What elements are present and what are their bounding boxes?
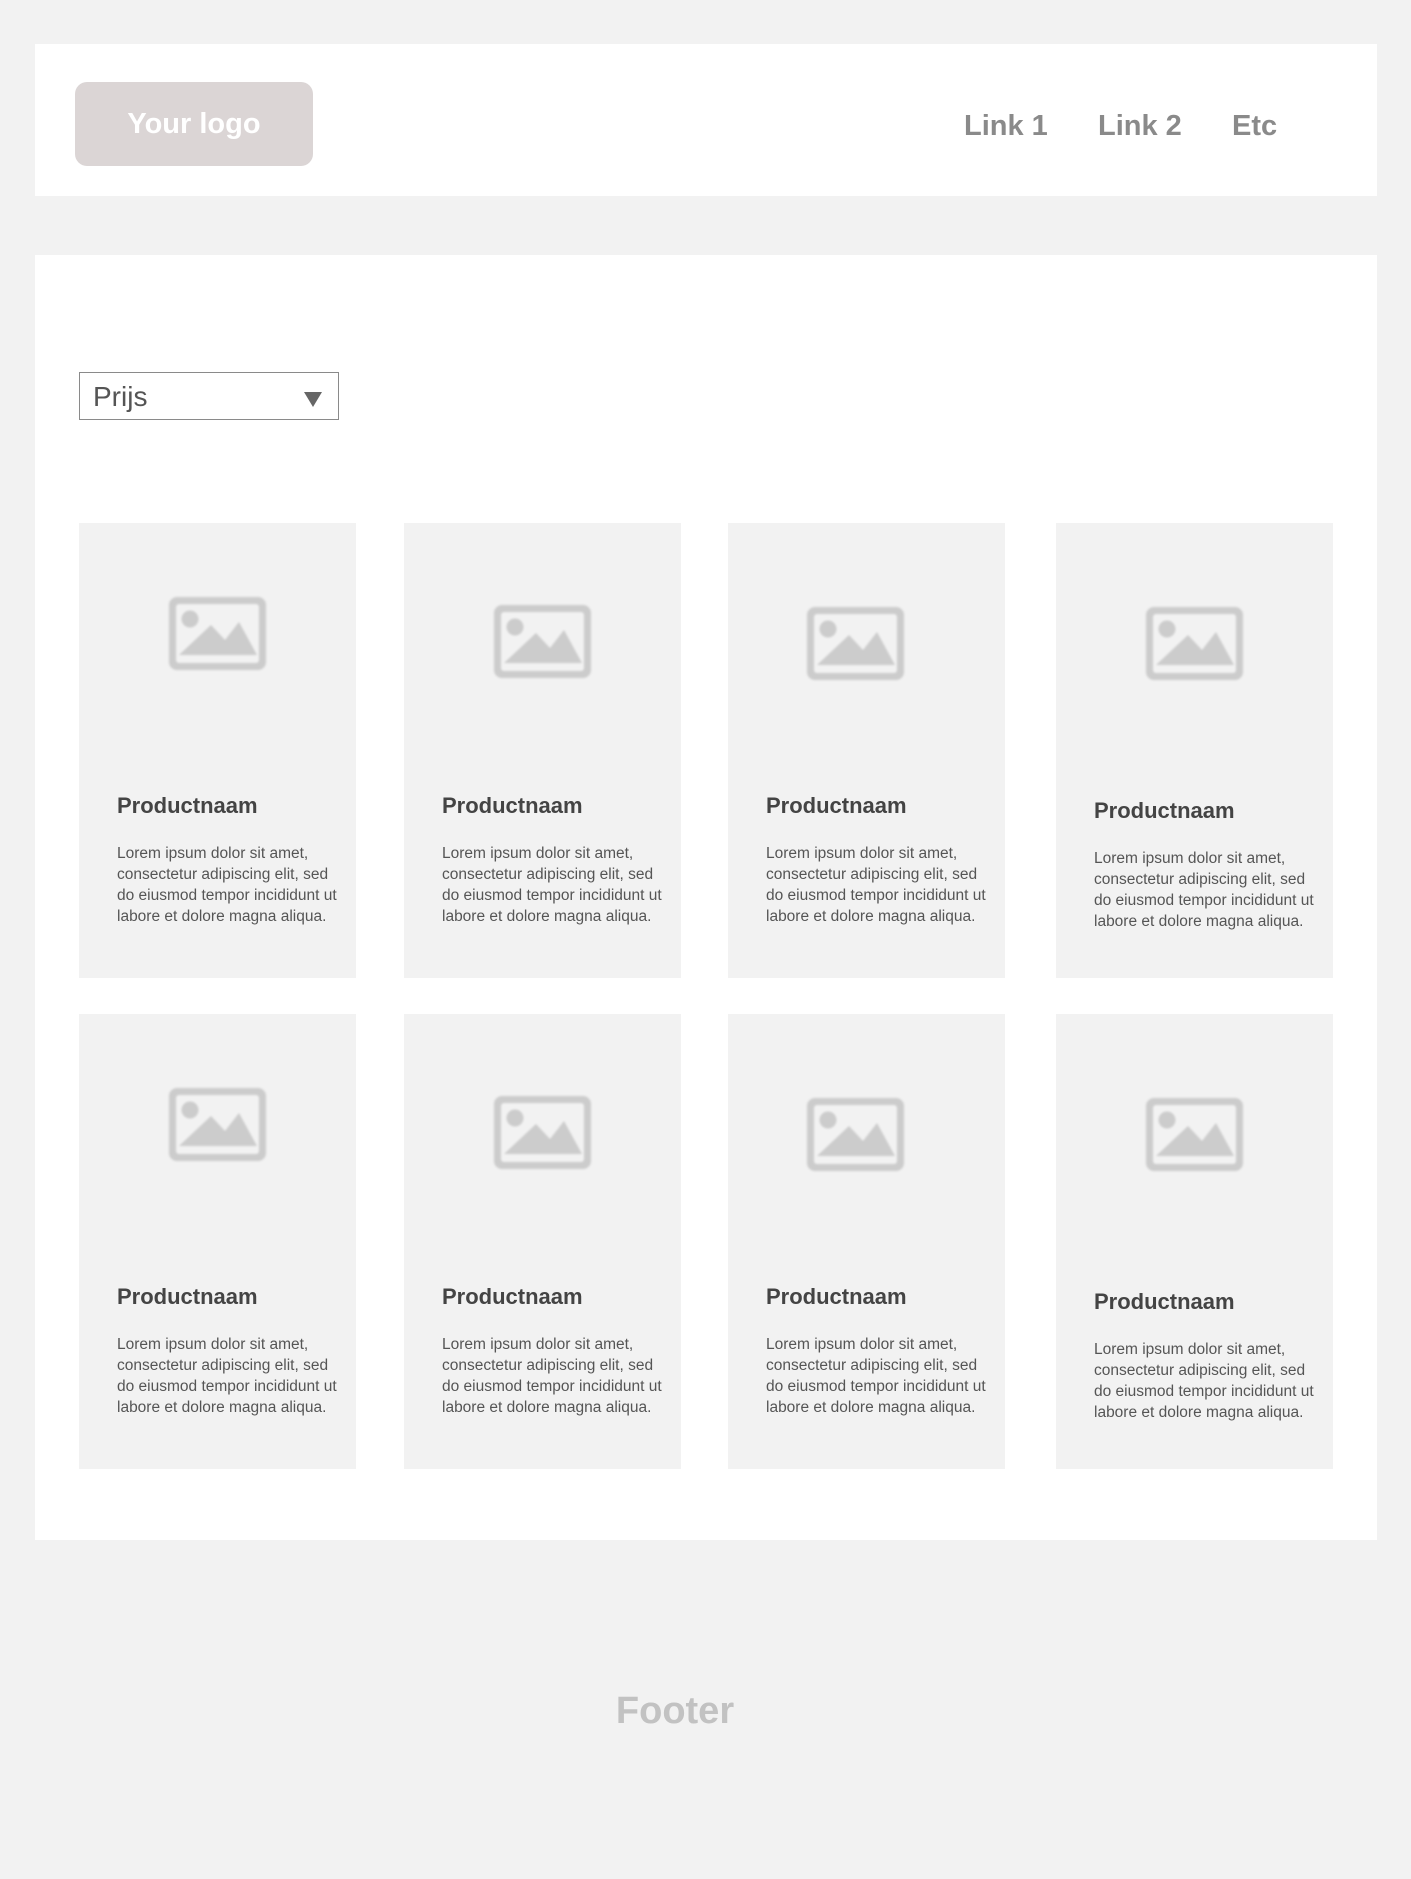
product-card[interactable]: Productnaam Lorem ipsum dolor sit amet, c… (404, 1014, 681, 1469)
product-name: Productnaam (117, 793, 258, 818)
product-card[interactable]: Productnaam Lorem ipsum dolor sit amet, c… (728, 1014, 1005, 1469)
product-description: Lorem ipsum dolor sit amet, consectetur … (766, 1336, 986, 1416)
site-footer: Footer (0, 1690, 1350, 1733)
nav-link-etc[interactable]: Etc (1232, 44, 1277, 196)
image-placeholder-icon (167, 595, 268, 672)
product-name: Productnaam (442, 1284, 583, 1309)
logo[interactable]: Your logo (75, 82, 313, 166)
product-description: Lorem ipsum dolor sit amet, consectetur … (117, 1336, 337, 1416)
site-header: Your logo Link 1 Link 2 Etc (35, 44, 1377, 196)
product-description: Lorem ipsum dolor sit amet, consectetur … (766, 845, 986, 925)
product-card[interactable]: Productnaam Lorem ipsum dolor sit amet, c… (1056, 1014, 1333, 1469)
image-placeholder-icon (805, 1096, 906, 1173)
product-name: Productnaam (1094, 1289, 1235, 1314)
product-card[interactable]: Productnaam Lorem ipsum dolor sit amet, c… (404, 523, 681, 978)
product-name: Productnaam (442, 793, 583, 818)
image-placeholder-icon (805, 605, 906, 682)
sort-dropdown-value: Prijs (93, 381, 148, 412)
product-card[interactable]: Productnaam Lorem ipsum dolor sit amet, c… (79, 1014, 356, 1469)
product-name: Productnaam (766, 1284, 907, 1309)
nav-link-2[interactable]: Link 2 (1098, 44, 1182, 196)
image-placeholder-icon (492, 1094, 593, 1171)
sort-dropdown[interactable]: Prijs (79, 372, 339, 420)
product-name: Productnaam (1094, 798, 1235, 823)
product-card[interactable]: Productnaam Lorem ipsum dolor sit amet, c… (79, 523, 356, 978)
product-name: Productnaam (117, 1284, 258, 1309)
main-content: Prijs Productnaam Lorem ipsum dolor sit a… (35, 255, 1377, 1540)
product-description: Lorem ipsum dolor sit amet, consectetur … (442, 1336, 662, 1416)
product-description: Lorem ipsum dolor sit amet, consectetur … (442, 845, 662, 925)
product-card[interactable]: Productnaam Lorem ipsum dolor sit amet, c… (728, 523, 1005, 978)
triangle-down-icon (304, 392, 322, 407)
image-placeholder-icon (167, 1086, 268, 1163)
product-description: Lorem ipsum dolor sit amet, consectetur … (117, 845, 337, 925)
product-description: Lorem ipsum dolor sit amet, consectetur … (1094, 1341, 1314, 1421)
product-card[interactable]: Productnaam Lorem ipsum dolor sit amet, c… (1056, 523, 1333, 978)
footer-label: Footer (615, 1690, 735, 1732)
image-placeholder-icon (1144, 605, 1245, 682)
product-description: Lorem ipsum dolor sit amet, consectetur … (1094, 850, 1314, 930)
image-placeholder-icon (1144, 1096, 1245, 1173)
nav-link-1[interactable]: Link 1 (964, 44, 1048, 196)
image-placeholder-icon (492, 603, 593, 680)
product-name: Productnaam (766, 793, 907, 818)
